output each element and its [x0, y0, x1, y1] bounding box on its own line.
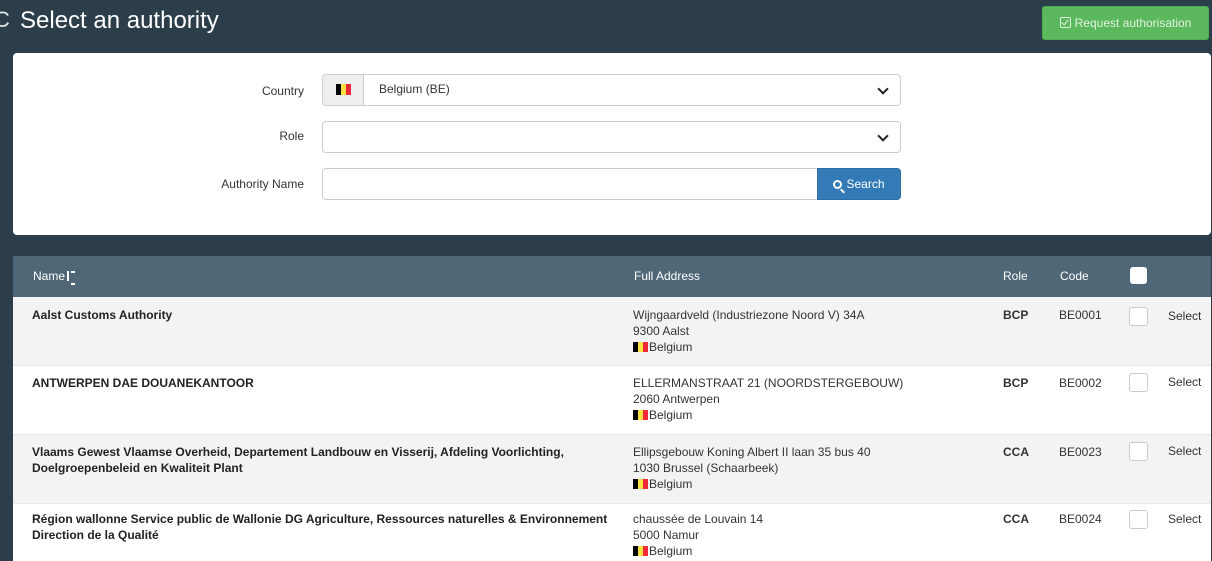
authority-code: BE0002 — [1059, 376, 1102, 390]
address-country-name: Belgium — [649, 544, 693, 558]
country-select-value: Belgium (BE) — [379, 82, 450, 96]
chevron-down-icon — [877, 83, 889, 95]
authority-name: ANTWERPEN DAE DOUANEKANTOOR — [32, 376, 254, 390]
authority-address: ELLERMANSTRAAT 21 (NOORDSTERGEBOUW) 2060… — [633, 375, 973, 423]
row-select-checkbox[interactable] — [1129, 373, 1148, 392]
column-header-name[interactable]: Name — [33, 268, 76, 285]
belgium-flag-icon — [633, 342, 648, 352]
authority-role: CCA — [1003, 512, 1029, 526]
authority-name-label: Authority Name — [221, 177, 304, 191]
authority-role: CCA — [1003, 445, 1029, 459]
belgium-flag-icon — [633, 410, 648, 420]
belgium-flag-icon — [633, 546, 648, 556]
row-select-label[interactable]: Select — [1168, 444, 1201, 458]
row-select-checkbox[interactable] — [1129, 307, 1148, 326]
authority-code: BE0023 — [1059, 445, 1102, 459]
column-header-role: Role — [1003, 269, 1028, 283]
row-select-label[interactable]: Select — [1168, 309, 1201, 323]
authority-name: Région wallonne Service public de Wallon… — [32, 512, 608, 542]
address-country-name: Belgium — [649, 340, 693, 354]
table-row: Région wallonne Service public de Wallon… — [13, 504, 1211, 561]
address-line-2: 9300 Aalst — [633, 324, 690, 338]
select-all-checkbox[interactable] — [1130, 267, 1147, 284]
table-row: Vlaams Gewest Vlaamse Overheid, Departem… — [13, 435, 1211, 504]
authority-address: Wijngaardveld (Industriezone Noord V) 34… — [633, 307, 973, 355]
role-label: Role — [279, 129, 304, 143]
address-line-2: 1030 Brussel (Schaarbeek) — [633, 461, 779, 475]
belgium-flag-icon — [633, 479, 648, 489]
page-title: Select an authority — [20, 7, 219, 34]
address-line-1: Wijngaardveld (Industriezone Noord V) 34… — [633, 308, 865, 322]
check-square-icon — [1059, 17, 1071, 28]
row-select-checkbox[interactable] — [1129, 510, 1148, 529]
authority-code: BE0001 — [1059, 308, 1102, 322]
table-row: ANTWERPEN DAE DOUANEKANTOOR ELLERMANSTRA… — [13, 366, 1211, 435]
country-select[interactable]: Belgium (BE) — [322, 74, 901, 106]
table-header: Name Full Address Role Code — [13, 256, 1211, 297]
authority-name-input[interactable] — [322, 168, 818, 200]
request-authorisation-button[interactable]: Request authorisation — [1042, 6, 1209, 40]
country-label: Country — [261, 84, 304, 98]
sort-alpha-icon[interactable] — [66, 270, 76, 285]
request-authorisation-label: Request authorisation — [1074, 16, 1192, 30]
authority-address: chaussée de Louvain 14 5000 Namur Belgiu… — [633, 511, 973, 559]
authority-address: Ellipsgebouw Koning Albert II laan 35 bu… — [633, 444, 973, 492]
belgium-flag-icon — [336, 84, 351, 95]
search-button-label: Search — [846, 177, 885, 191]
column-header-name-label: Name — [33, 269, 66, 283]
chevron-down-icon — [877, 130, 889, 142]
address-country: Belgium — [633, 476, 973, 492]
authority-role: BCP — [1003, 376, 1029, 390]
address-country: Belgium — [633, 339, 973, 355]
address-line-1: chaussée de Louvain 14 — [633, 512, 764, 526]
table-row: Aalst Customs Authority Wijngaardveld (I… — [13, 297, 1211, 366]
row-select-label[interactable]: Select — [1168, 375, 1201, 389]
column-header-address: Full Address — [634, 269, 701, 283]
address-line-2: 2060 Antwerpen — [633, 392, 720, 406]
row-select-checkbox[interactable] — [1129, 442, 1148, 461]
authority-role: BCP — [1003, 308, 1029, 322]
page-header: C Select an authority Request authorisat… — [0, 0, 1212, 44]
address-line-1: Ellipsgebouw Koning Albert II laan 35 bu… — [633, 445, 871, 459]
search-button[interactable]: Search — [817, 168, 901, 200]
address-country: Belgium — [633, 407, 973, 423]
column-header-code: Code — [1060, 269, 1089, 283]
address-country: Belgium — [633, 543, 973, 559]
authority-name: Aalst Customs Authority — [32, 308, 173, 322]
authority-name: Vlaams Gewest Vlaamse Overheid, Departem… — [32, 445, 564, 475]
row-select-label[interactable]: Select — [1168, 512, 1201, 526]
address-country-name: Belgium — [649, 408, 693, 422]
address-line-2: 5000 Namur — [633, 528, 700, 542]
address-country-name: Belgium — [649, 477, 693, 491]
search-icon — [833, 180, 843, 189]
back-chevron-icon[interactable]: C — [0, 7, 10, 33]
address-line-1: ELLERMANSTRAAT 21 (NOORDSTERGEBOUW) — [633, 376, 904, 390]
role-select[interactable] — [322, 121, 901, 153]
country-flag-addon — [323, 75, 364, 105]
authority-table: Name Full Address Role Code Aalst Custom… — [13, 256, 1211, 561]
authority-code: BE0024 — [1059, 512, 1102, 526]
